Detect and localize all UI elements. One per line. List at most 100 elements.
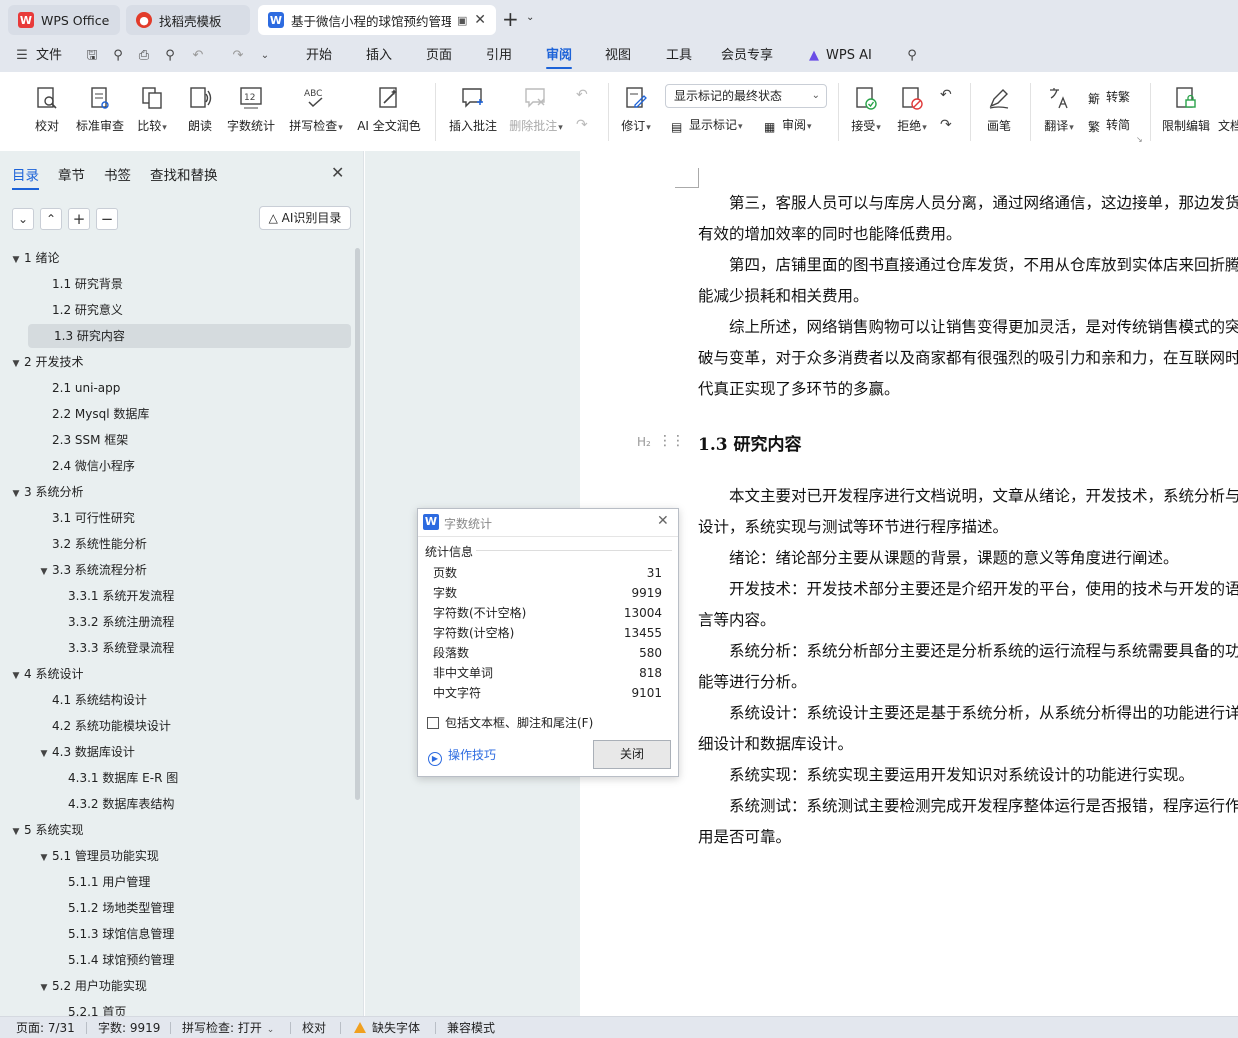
ai-toc-button[interactable]: △ AI识别目录 [259,206,351,230]
expand-arrow-icon[interactable]: ▼ [10,352,22,376]
nav-tab-bookmarks[interactable]: 书签 [104,164,131,184]
toc-item[interactable]: 5.1.1 用户管理 [68,870,150,894]
compare-button[interactable]: 比较▾ [132,75,172,149]
menu-tools[interactable]: 工具 [666,40,692,72]
expand-arrow-icon[interactable]: ▼ [10,482,22,506]
toc-item[interactable]: 1.1 研究背景 [52,272,123,296]
ink-button[interactable]: 画笔 [980,75,1018,149]
toc-item[interactable]: ▼ 4.3 数据库设计 [38,740,135,764]
close-icon[interactable]: ✕ [331,163,344,182]
word-count-button[interactable]: 12 字数统计 [226,75,276,149]
search-icon[interactable]: ⚲ [904,48,920,64]
toc-item[interactable]: 4.1 系统结构设计 [52,688,147,712]
toc-item[interactable]: ▼ 5.1 管理员功能实现 [38,844,159,868]
close-icon[interactable]: ✕ [474,12,486,28]
toc-item[interactable]: 3.3.2 系统注册流程 [68,610,174,634]
include-textbox-checkbox[interactable]: 包括文本框、脚注和尾注(F) [427,714,593,731]
tab-docer[interactable]: ● 找稻壳模板 [126,5,250,35]
accept-button[interactable]: 接受▾ [846,75,886,149]
spell-check-button[interactable]: ABC 拼写检查▾ [286,75,346,149]
tips-link[interactable]: ▶ 操作技巧 [428,746,496,766]
menu-references[interactable]: 引用 [486,40,512,72]
nav-tab-toc[interactable]: 目录 [12,164,39,190]
read-aloud-button[interactable]: 朗读 [182,75,218,149]
save-icon[interactable]: 🖫 [84,48,100,64]
menu-review[interactable]: 审阅 [546,40,573,72]
menu-home[interactable]: 开始 [306,40,332,72]
word-count-indicator[interactable]: 字数: 9919 [98,1017,160,1038]
expand-arrow-icon[interactable]: ▼ [10,820,22,844]
toc-item[interactable]: ▼ 3 系统分析 [10,480,84,506]
menu-wps-ai[interactable]: WPS AI [826,40,872,72]
translate-button[interactable]: 翻译▾ [1038,75,1080,149]
toc-item[interactable]: 4.3.2 数据库表结构 [68,792,174,816]
toc-item[interactable]: 2.2 Mysql 数据库 [52,402,149,426]
remove-heading-button[interactable]: − [96,208,118,230]
previous-comment-icon[interactable]: ↶ [576,85,588,105]
toc-item[interactable]: 5.2.1 首页 [68,1000,126,1016]
track-changes-button[interactable]: 修订▾ [616,75,656,149]
reject-button[interactable]: 拒绝▾ [892,75,932,149]
insert-comment-button[interactable]: 插入批注 [446,75,500,149]
next-comment-icon[interactable]: ↷ [576,115,588,135]
pin-icon[interactable]: ⚲ [110,48,126,64]
toc-item[interactable]: 3.3.3 系统登录流程 [68,636,174,660]
toc-item[interactable]: 5.1.3 球馆信息管理 [68,922,174,946]
toc-item[interactable]: 5.1.2 场地类型管理 [68,896,174,920]
markup-mode-select[interactable]: 显示标记的最终状态 ⌄ [665,84,827,108]
nav-tab-find-replace[interactable]: 查找和替换 [150,164,218,184]
next-change-icon[interactable]: ↷ [940,115,952,135]
proofread-indicator[interactable]: 校对 [302,1017,326,1038]
toc-item[interactable]: ▼ 5 系统实现 [10,818,84,844]
toc-item[interactable]: 1.3 研究内容 [28,324,351,348]
to-traditional-button[interactable]: 簛转繁 [1088,87,1130,107]
menu-member[interactable]: 会员专享 [721,40,773,72]
expand-arrow-icon[interactable]: ▼ [10,248,22,272]
toc-item[interactable]: ▼ 2 开发技术 [10,350,84,376]
close-dialog-button[interactable]: 关闭 [593,740,671,769]
toc-item[interactable]: 3.3.1 系统开发流程 [68,584,174,608]
print-icon[interactable]: ⎙ [136,48,152,64]
menu-insert[interactable]: 插入 [366,40,392,72]
page-indicator[interactable]: 页面: 7/31 [16,1017,75,1038]
monitor-icon[interactable]: ▣ [457,14,467,27]
toc-item[interactable]: 3.2 系统性能分析 [52,532,147,556]
new-tab-plus-icon[interactable]: + [502,8,519,30]
review-pane-button[interactable]: ▦ 审阅▾ [764,115,812,135]
menu-file[interactable]: 文件 [36,40,62,72]
show-markup-button[interactable]: ▤ 显示标记▾ [671,115,743,135]
proofread-button[interactable]: 校对 [28,75,66,149]
drag-handle-icon[interactable]: ⋮⋮ [658,433,685,449]
toc-item[interactable]: 1.2 研究意义 [52,298,123,322]
close-icon[interactable]: ✕ [657,513,669,529]
tab-wps-office[interactable]: W WPS Office [8,5,120,35]
menu-view[interactable]: 视图 [605,40,631,72]
expand-arrow-icon[interactable]: ▼ [38,560,50,584]
ai-polish-button[interactable]: AI 全文润色 [354,75,424,149]
toc-item[interactable]: ▼ 4 系统设计 [10,662,84,688]
toc-item[interactable]: 2.1 uni-app [52,376,120,400]
toc-item[interactable]: ▼ 3.3 系统流程分析 [38,558,147,582]
undo-icon[interactable]: ↶ [190,48,206,64]
toc-item[interactable]: 4.3.1 数据库 E-R 图 [68,766,178,790]
expand-arrow-icon[interactable]: ▼ [10,664,22,688]
toc-item[interactable]: 2.3 SSM 框架 [52,428,128,452]
expand-arrow-icon[interactable]: ▼ [38,976,50,1000]
toc-item[interactable]: ▼ 1 绪论 [10,246,60,272]
redo-icon[interactable]: ↷ [230,48,246,64]
scrollbar[interactable] [355,248,360,800]
to-simplified-button[interactable]: 繁转简 [1088,115,1130,135]
expand-arrow-icon[interactable]: ▼ [38,742,50,766]
nav-tab-chapters[interactable]: 章节 [58,164,85,184]
spell-check-indicator[interactable]: 拼写检查: 打开 ⌄ [182,1017,274,1038]
toc-item[interactable]: 2.4 微信小程序 [52,454,135,478]
hamburger-menu-icon[interactable]: ☰ [14,48,30,64]
toc-item[interactable]: 5.1.4 球馆预约管理 [68,948,174,972]
toc-item[interactable]: 3.1 可行性研究 [52,506,135,530]
chevron-down-icon[interactable]: ⌄ [526,12,534,23]
print-preview-icon[interactable]: ⚲ [162,48,178,64]
toc-item[interactable]: ▼ 5.2 用户功能实现 [38,974,147,998]
previous-change-icon[interactable]: ↶ [940,85,952,105]
expand-arrow-icon[interactable]: ▼ [38,846,50,870]
chevron-down-icon[interactable]: ⌄ [257,48,273,64]
